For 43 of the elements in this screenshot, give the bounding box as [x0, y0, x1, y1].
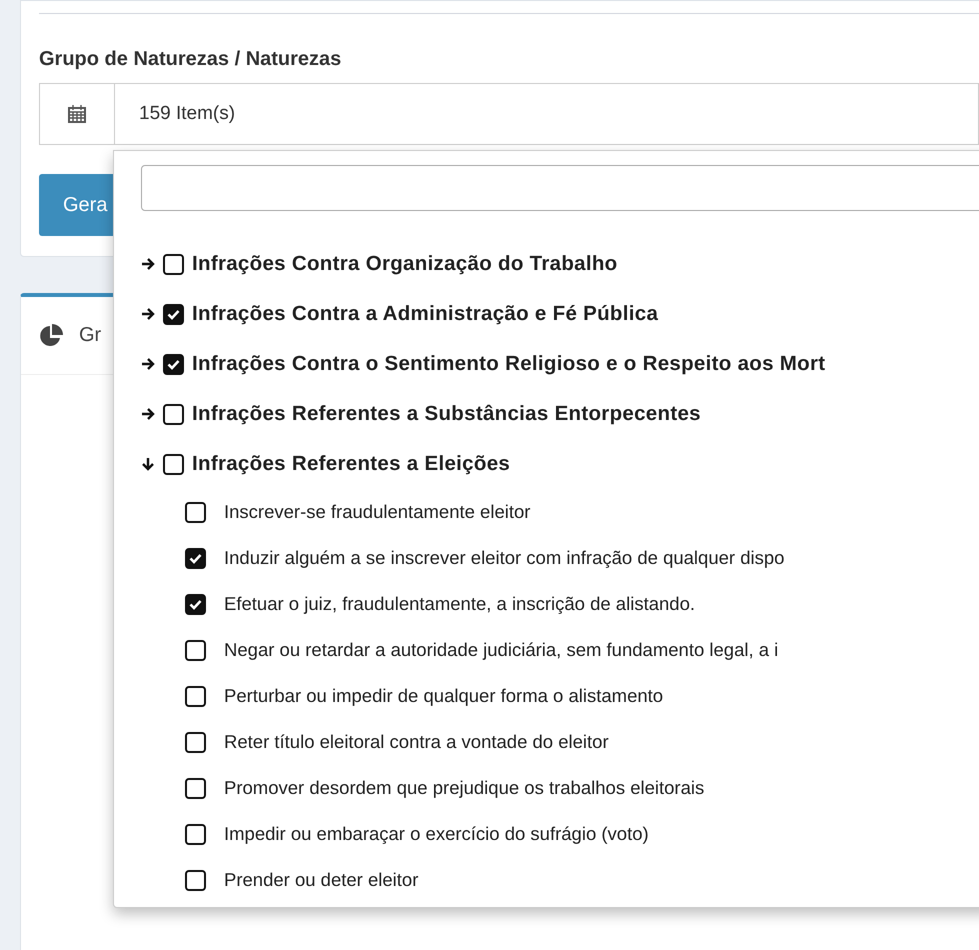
select-field[interactable]: 159 Item(s) [39, 83, 979, 145]
arrow-right-icon[interactable] [141, 407, 155, 421]
checkbox[interactable] [185, 594, 206, 614]
checkmark-icon [167, 358, 180, 370]
checkbox[interactable] [163, 354, 184, 374]
tree-item[interactable]: Efetuar o juiz, fraudulentamente, a inscrição de alistando. [224, 593, 696, 615]
arrow-right-icon[interactable] [141, 357, 155, 371]
tree-item[interactable]: Inscrever-se fraudulentamente eleitor [224, 501, 530, 523]
checkbox[interactable] [185, 548, 206, 568]
checkmark-icon [189, 598, 202, 610]
tree-item[interactable]: Infrações Contra o Sentimento Religioso e o Respeito aos Mort [192, 352, 826, 376]
tree-item[interactable]: Promover desordem que prejudique os trabalhos eleitorais [224, 777, 704, 799]
tree-item[interactable]: Perturbar ou impedir de qualquer forma o alistamento [224, 685, 664, 707]
checkbox[interactable] [163, 404, 184, 424]
tree-item[interactable]: Prender ou deter eleitor [224, 869, 418, 891]
arrow-right-icon[interactable] [141, 257, 155, 271]
arrow-down-icon[interactable] [141, 457, 155, 471]
tree-item[interactable]: Infrações Referentes a Eleições [192, 452, 510, 476]
checkbox[interactable] [163, 304, 184, 324]
checkbox[interactable] [185, 778, 206, 798]
checkbox[interactable] [185, 824, 206, 844]
checkbox[interactable] [185, 732, 206, 752]
tree-item[interactable]: Reter título eleitoral contra a vontade do eleitor [224, 731, 609, 753]
pie-chart-icon [39, 322, 65, 348]
tree-item[interactable]: Infrações Referentes a Substâncias Entorpecentes [192, 402, 701, 426]
checkbox[interactable] [185, 640, 206, 660]
tree-item[interactable]: Impedir ou embaraçar o exercício do sufrágio (voto) [224, 823, 649, 845]
tree-item[interactable]: Negar ou retardar a autoridade judiciária, sem fundamento legal, a i [224, 639, 778, 661]
checkbox[interactable] [185, 870, 206, 890]
checkbox[interactable] [163, 254, 184, 274]
checkmark-icon [189, 552, 202, 564]
panel-title: Gr [79, 324, 102, 347]
checkbox[interactable] [163, 454, 184, 474]
arrow-right-icon[interactable] [141, 307, 155, 321]
tree-item[interactable]: Induzir alguém a se inscrever eleitor com infração de qualquer dispo [224, 547, 784, 569]
checkbox[interactable] [185, 686, 206, 706]
tree-item[interactable]: Infrações Contra a Administração e Fé Pública [192, 302, 658, 326]
checkbox[interactable] [185, 502, 206, 522]
calendar-icon [67, 104, 87, 124]
checkmark-icon [167, 308, 180, 320]
field-label: Grupo de Naturezas / Naturezas [39, 48, 342, 71]
search-field[interactable] [141, 165, 979, 211]
tree-item[interactable]: Infrações Contra Organização do Trabalho [192, 252, 618, 276]
